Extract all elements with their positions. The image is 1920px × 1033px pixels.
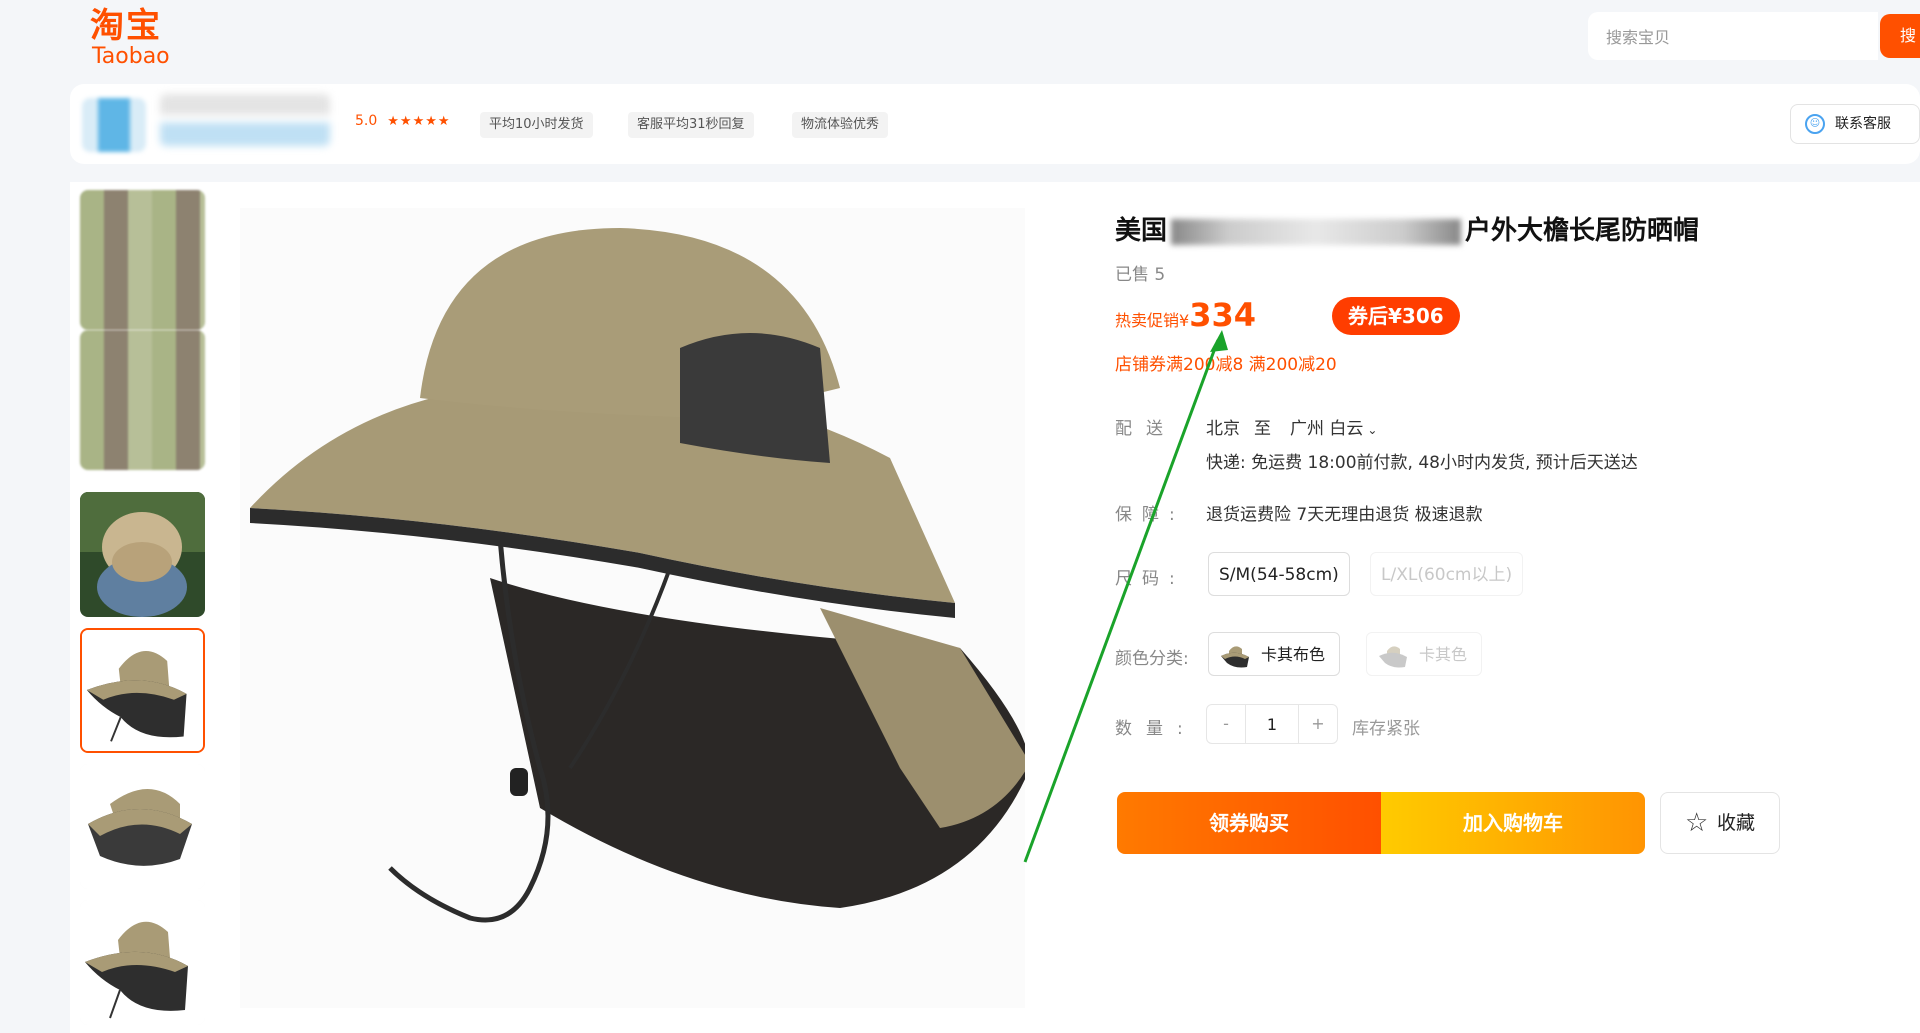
size-label: 尺码:: [1115, 569, 1185, 589]
color-label: 颜色分类:: [1115, 649, 1189, 669]
logo-text-en: Taobao: [92, 44, 170, 69]
thumbnail-6[interactable]: [80, 900, 205, 1025]
search-box: [1588, 12, 1878, 62]
claim-coupon-buy-button[interactable]: 领券购买: [1117, 792, 1381, 854]
shop-tag-service: 客服平均31秒回复: [628, 112, 754, 138]
delivery-from: 北京: [1206, 419, 1240, 439]
search-button[interactable]: 搜: [1880, 14, 1920, 58]
size-option-lxl[interactable]: L/XL(60cm以上): [1370, 552, 1524, 596]
quantity-increase-button[interactable]: +: [1298, 704, 1338, 744]
hat-swatch-icon: [1221, 646, 1249, 668]
logo-text-cn: 淘宝: [90, 6, 162, 46]
main-product-image[interactable]: [240, 208, 1030, 1008]
guarantee-text: 退货运费险 7天无理由退货 极速退款: [1206, 505, 1483, 525]
rating-score: 5.0: [355, 113, 378, 129]
hat-side-icon: [80, 764, 205, 889]
top-bar: 淘宝 Taobao 搜: [0, 0, 1920, 78]
guarantee-label-text: 保障:: [1115, 505, 1185, 525]
title-redacted: [1171, 218, 1462, 245]
shop-rating: 5.0 ★★★★★: [355, 113, 451, 129]
color-option-khaki[interactable]: 卡其色: [1366, 632, 1483, 676]
price-value: 334: [1189, 296, 1256, 334]
favorite-button[interactable]: ☆ 收藏: [1660, 792, 1780, 854]
promo-text[interactable]: 店铺券满200减8 满200减20: [1115, 350, 1337, 375]
delivery-label: 配送: [1115, 419, 1177, 439]
shop-tag-logistics: 物流体验优秀: [792, 112, 889, 138]
product-title: 美国 户外大檐长尾防晒帽: [1115, 210, 1699, 247]
size-option-sm[interactable]: S/M(54-58cm): [1208, 552, 1350, 596]
chevron-down-icon: ⌄: [1367, 423, 1378, 437]
guarantee-label: 保障:: [1115, 500, 1185, 525]
hat-thumbnail-icon: [82, 630, 203, 751]
quantity-label: 数量:: [1115, 719, 1197, 739]
shop-tag-shipping: 平均10小时发货: [480, 112, 593, 138]
hat-photo-icon: [80, 492, 205, 617]
price-label: 热卖促销¥: [1115, 311, 1190, 330]
rating-stars-icon: ★★★★★: [387, 114, 451, 129]
shop-avatar[interactable]: [82, 98, 146, 152]
hat-back-icon: [80, 900, 205, 1025]
taobao-logo[interactable]: 淘宝 Taobao: [90, 6, 170, 68]
favorite-label: 收藏: [1717, 812, 1756, 834]
thumbnail-4-selected[interactable]: [80, 628, 205, 753]
sun-hat-icon: [240, 208, 1030, 1008]
color-option-khaki-cloth[interactable]: 卡其布色: [1208, 632, 1341, 676]
delivery-detail: 快递: 免运费 18:00前付款, 48小时内发货, 预计后天送达: [1206, 453, 1638, 473]
thumbnail-3[interactable]: [80, 492, 205, 617]
thumbnail-2[interactable]: [80, 330, 205, 470]
hat-swatch-light-icon: [1379, 646, 1407, 668]
stock-status: 库存紧张: [1352, 719, 1420, 739]
sold-count: 已售 5: [1115, 265, 1166, 285]
add-to-cart-button[interactable]: 加入购物车: [1381, 792, 1645, 854]
coupon-price-badge[interactable]: 券后¥306: [1332, 297, 1460, 335]
thumbnail-5[interactable]: [80, 764, 205, 889]
quantity-decrease-button[interactable]: -: [1206, 704, 1246, 744]
quantity-input[interactable]: [1246, 704, 1298, 744]
shop-bar: 5.0 ★★★★★ 平均10小时发货 客服平均31秒回复 物流体验优秀 ☺ 联系客…: [70, 84, 1920, 164]
price-row: 热卖促销¥334: [1115, 296, 1256, 336]
delivery-destination-text: 广州 白云: [1290, 419, 1364, 439]
chat-icon: ☺: [1805, 114, 1825, 134]
search-input[interactable]: [1604, 12, 1868, 62]
product-panel: 美国 户外大檐长尾防晒帽 已售 5 热卖促销¥334 券后¥306 店铺券满200…: [70, 182, 1920, 1033]
shop-name-redacted[interactable]: [160, 94, 330, 146]
star-icon: ☆: [1685, 808, 1709, 838]
thumbnail-1[interactable]: [80, 190, 205, 330]
delivery-to-word: 至: [1254, 419, 1271, 439]
contact-service-label: 联系客服: [1835, 116, 1891, 132]
title-prefix: 美国: [1115, 216, 1168, 246]
delivery-destination[interactable]: 广州 白云 ⌄: [1290, 414, 1377, 439]
title-suffix: 户外大檐长尾防晒帽: [1465, 216, 1700, 246]
color-option-khaki-cloth-label: 卡其布色: [1261, 645, 1326, 664]
color-option-khaki-label: 卡其色: [1419, 645, 1468, 664]
contact-service-button[interactable]: ☺ 联系客服: [1790, 104, 1920, 144]
